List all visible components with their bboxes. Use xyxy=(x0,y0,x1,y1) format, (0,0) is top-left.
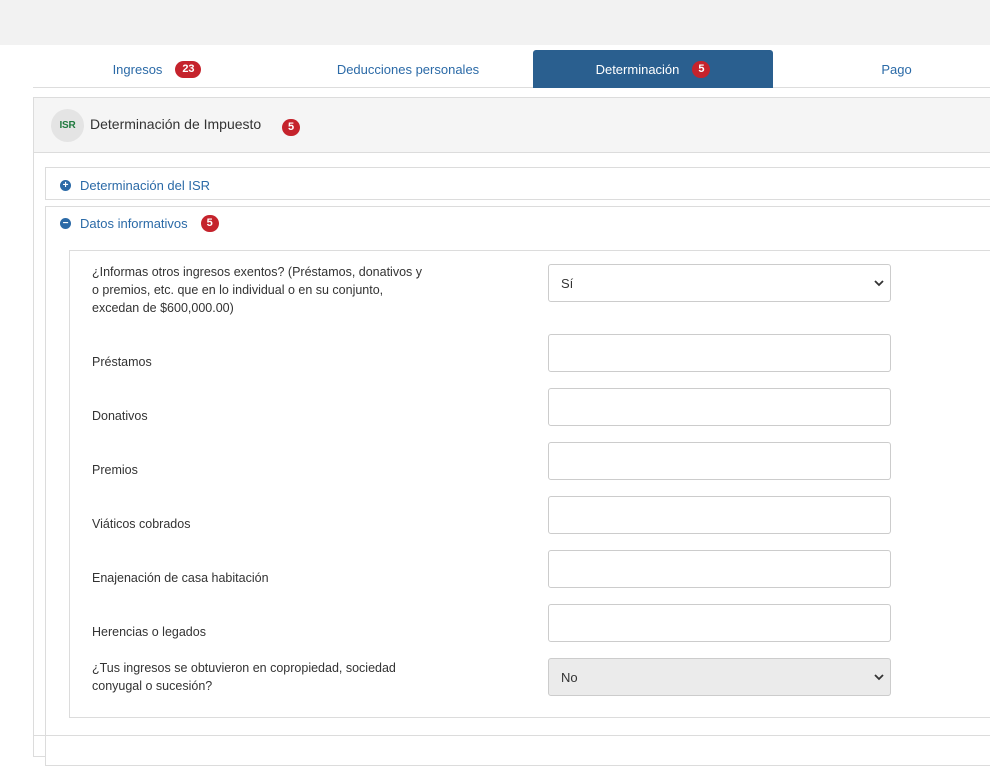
premios-input[interactable] xyxy=(548,442,891,480)
plus-circle-icon: + xyxy=(60,179,71,191)
tab-label: Determinación xyxy=(595,61,680,77)
enajenacion-input[interactable] xyxy=(548,550,891,588)
donativos-input[interactable] xyxy=(548,388,891,426)
premios-label: Premios xyxy=(92,463,138,477)
panel-title: Determinación de Impuesto xyxy=(90,116,262,132)
prestamos-label: Préstamos xyxy=(92,355,152,369)
tab-deducciones-personales[interactable]: Deducciones personales xyxy=(283,50,533,88)
top-bar xyxy=(0,0,990,45)
viaticos-input[interactable] xyxy=(548,496,891,534)
donativos-label: Donativos xyxy=(92,409,148,423)
otros-ingresos-question: ¿Informas otros ingresos exentos? (Prést… xyxy=(92,265,423,315)
section-label: Determinación del ISR xyxy=(80,177,211,193)
tab-label: Deducciones personales xyxy=(336,61,480,77)
chevron-down-icon xyxy=(874,674,884,681)
datos-informativos-form: ¿Informas otros ingresos exentos? (Prést… xyxy=(69,250,990,718)
count-badge: 5 xyxy=(692,60,711,78)
tab-label: Pago xyxy=(881,61,912,77)
select-value: No xyxy=(561,669,578,685)
chevron-down-icon xyxy=(874,280,884,287)
herencias-label: Herencias o legados xyxy=(92,625,206,639)
section-toggle-determinacion-isr[interactable]: + Determinación del ISR xyxy=(60,177,210,193)
tab-label: Ingresos xyxy=(112,61,163,77)
otros-ingresos-select[interactable]: Sí xyxy=(548,264,891,302)
panel-header: ISR Determinación de Impuesto 5 xyxy=(34,98,990,153)
section-count-badge: 5 xyxy=(200,214,219,232)
isr-icon: ISR xyxy=(51,109,84,142)
copropiedad-question: ¿Tus ingresos se obtuvieron en copropied… xyxy=(92,661,396,693)
enajenacion-label: Enajenación de casa habitación xyxy=(92,571,269,585)
copropiedad-select[interactable]: No xyxy=(548,658,891,696)
select-value: Sí xyxy=(561,275,574,291)
count-badge: 23 xyxy=(175,60,202,78)
herencias-input[interactable] xyxy=(548,604,891,642)
divider xyxy=(34,735,990,736)
prestamos-input[interactable] xyxy=(548,334,891,372)
panel-count-badge: 5 xyxy=(282,119,300,136)
section-datos-informativos: − Datos informativos 5 ¿Informas otros i… xyxy=(45,206,990,766)
tab-pago[interactable]: Pago xyxy=(773,50,990,88)
section-label: Datos informativos xyxy=(80,215,188,231)
section-determinacion-isr: + Determinación del ISR xyxy=(45,167,990,200)
viaticos-label: Viáticos cobrados xyxy=(92,517,191,531)
determinacion-panel: ISR Determinación de Impuesto 5 + Determ… xyxy=(33,97,990,766)
minus-circle-icon: − xyxy=(60,217,71,229)
section-toggle-datos-informativos[interactable]: − Datos informativos 5 xyxy=(60,214,219,232)
tab-determinacion[interactable]: Determinación 5 xyxy=(533,50,773,88)
tab-bar: Ingresos 23 Deducciones personales Deter… xyxy=(33,50,990,88)
tab-ingresos[interactable]: Ingresos 23 xyxy=(33,50,281,88)
